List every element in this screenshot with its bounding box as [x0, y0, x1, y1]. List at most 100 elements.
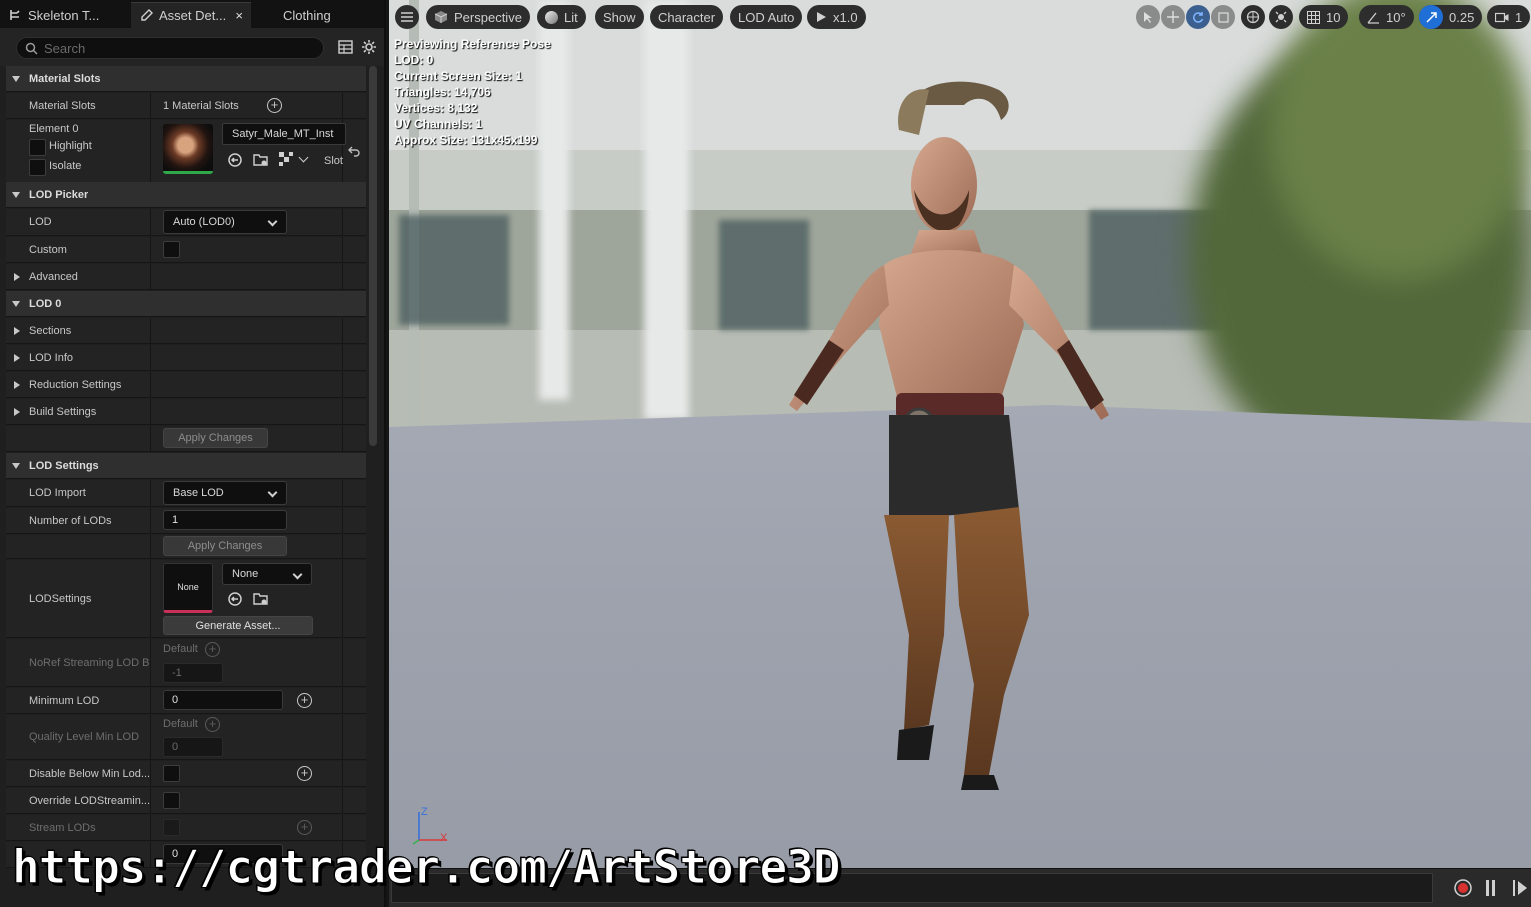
- property-name: Number of LODs: [29, 514, 112, 527]
- sections-row[interactable]: Sections: [6, 318, 366, 344]
- lod-row: LOD Auto (LOD0): [6, 209, 366, 236]
- search-input[interactable]: [44, 40, 304, 56]
- play-speed-button[interactable]: x1.0: [807, 5, 866, 29]
- custom-checkbox[interactable]: [163, 241, 180, 258]
- add-override-icon[interactable]: +: [297, 693, 312, 708]
- step-forward-icon[interactable]: [1512, 879, 1528, 897]
- character-button[interactable]: Character: [650, 5, 724, 29]
- sphere-icon: [545, 10, 558, 24]
- apply-changes-button[interactable]: Apply Changes: [163, 428, 268, 448]
- angle-snap-button[interactable]: 10°: [1359, 5, 1414, 29]
- stream-lods-checkbox[interactable]: [163, 819, 180, 836]
- gear-icon[interactable]: [360, 38, 378, 56]
- camera-icon: [1495, 12, 1509, 22]
- close-icon[interactable]: ×: [235, 8, 243, 23]
- record-icon[interactable]: [1453, 878, 1473, 898]
- stat-line: LOD: 0: [394, 53, 434, 67]
- isolate-label: Isolate: [49, 160, 82, 172]
- grid-size-label: 10: [1326, 9, 1341, 25]
- material-slots-row: Material Slots 1 Material Slots +: [6, 93, 366, 119]
- material-slot-count: 1 Material Slots: [163, 99, 239, 112]
- quality-input[interactable]: 0: [163, 737, 223, 757]
- disable-below-row: Disable Below Min Lod... +: [6, 761, 366, 787]
- character-label: Character: [658, 9, 716, 25]
- tab-asset-details[interactable]: Asset Det... ×: [131, 2, 251, 28]
- use-selected-icon[interactable]: [227, 152, 243, 168]
- reduction-settings-row[interactable]: Reduction Settings: [6, 372, 366, 398]
- details-panel: Skeleton T... Asset Det... × Clothing Ma…: [0, 0, 386, 907]
- minimum-lod-input[interactable]: 0: [163, 690, 283, 710]
- category-title: LOD 0: [29, 297, 62, 310]
- noref-input[interactable]: -1: [163, 663, 223, 683]
- stats-overlay: Previewing Reference Pose LOD: 0 Current…: [394, 36, 551, 148]
- category-title: LOD Settings: [29, 459, 99, 472]
- use-selected-icon[interactable]: [227, 591, 243, 607]
- add-override-icon[interactable]: +: [297, 820, 312, 835]
- category-material-slots[interactable]: Material Slots: [6, 66, 366, 92]
- browse-folder-icon[interactable]: [253, 591, 269, 607]
- reset-arrow-icon[interactable]: [348, 145, 360, 157]
- play-icon: [817, 12, 826, 22]
- category-lod-picker[interactable]: LOD Picker: [6, 182, 366, 208]
- add-material-slot-icon[interactable]: +: [267, 98, 282, 113]
- lod-info-row[interactable]: LOD Info: [6, 345, 366, 371]
- satyr-character-model[interactable]: [769, 75, 1149, 795]
- category-lod-settings[interactable]: LOD Settings: [6, 453, 366, 479]
- add-override-icon[interactable]: +: [205, 717, 220, 732]
- element-0-row: Element 0 Highlight Isolate Satyr_Male_M…: [6, 120, 366, 183]
- stat-line: Previewing Reference Pose: [394, 37, 551, 51]
- tab-clothing[interactable]: Clothing: [258, 2, 368, 28]
- category-lod-0[interactable]: LOD 0: [6, 291, 366, 317]
- table-view-icon[interactable]: [336, 38, 354, 56]
- viewport[interactable]: Perspective Lit Show Character LOD Auto …: [389, 0, 1531, 907]
- speed-label: x1.0: [833, 9, 858, 25]
- material-select[interactable]: Satyr_Male_MT_Inst: [222, 123, 346, 145]
- apply-changes-button[interactable]: Apply Changes: [163, 536, 287, 556]
- move-tool-icon[interactable]: [1161, 5, 1185, 29]
- local-space-icon[interactable]: [1241, 5, 1265, 29]
- rotate-tool-icon[interactable]: [1186, 5, 1210, 29]
- generate-asset-button[interactable]: Generate Asset...: [163, 616, 313, 635]
- highlight-checkbox[interactable]: [29, 139, 46, 156]
- advanced-row[interactable]: Advanced: [6, 264, 366, 290]
- search-box[interactable]: [16, 37, 324, 59]
- perspective-button[interactable]: Perspective: [426, 5, 530, 29]
- property-name: Override LODStreamin...: [29, 794, 151, 807]
- lod-auto-button[interactable]: LOD Auto: [730, 5, 803, 29]
- override-checkbox[interactable]: [163, 792, 180, 809]
- lod-dropdown[interactable]: Auto (LOD0): [163, 210, 287, 234]
- lit-button[interactable]: Lit: [537, 5, 586, 29]
- add-override-icon[interactable]: +: [205, 642, 220, 657]
- lod-settings-dropdown[interactable]: None: [222, 563, 312, 585]
- grid-snap-button[interactable]: 10: [1299, 5, 1349, 29]
- show-label: Show: [603, 9, 636, 25]
- browse-folder-icon[interactable]: [253, 152, 269, 168]
- build-settings-row[interactable]: Build Settings: [6, 399, 366, 425]
- lod-settings-thumbnail[interactable]: None: [163, 563, 213, 613]
- number-of-lods-input[interactable]: 1: [163, 510, 287, 530]
- default-label: Default: [163, 718, 198, 730]
- isolate-checkbox[interactable]: [29, 159, 46, 176]
- stat-line: Triangles: 14,706: [394, 85, 491, 99]
- chevron-down-icon[interactable]: [298, 152, 309, 163]
- lod-import-dropdown[interactable]: Base LOD: [163, 481, 287, 505]
- tab-skeleton-tree[interactable]: Skeleton T...: [0, 2, 128, 28]
- show-button[interactable]: Show: [595, 5, 644, 29]
- camera-speed-button[interactable]: 1: [1487, 5, 1531, 29]
- pause-icon[interactable]: [1485, 879, 1497, 897]
- add-override-icon[interactable]: +: [297, 766, 312, 781]
- search-icon: [25, 42, 38, 55]
- property-name: Reduction Settings: [29, 378, 122, 391]
- scrollbar[interactable]: [369, 66, 377, 446]
- disable-below-checkbox[interactable]: [163, 765, 180, 782]
- chevron-down-icon: [267, 487, 278, 498]
- property-name: Build Settings: [29, 405, 97, 418]
- hamburger-menu-icon[interactable]: [395, 5, 419, 29]
- scale-tool-icon[interactable]: [1211, 5, 1235, 29]
- scale-snap-button[interactable]: 0.25: [1419, 5, 1483, 29]
- surface-snap-icon[interactable]: [1269, 5, 1293, 29]
- select-tool-icon[interactable]: [1136, 5, 1160, 29]
- checker-icon[interactable]: [279, 152, 293, 166]
- material-thumbnail[interactable]: [163, 124, 213, 174]
- lod-auto-label: LOD Auto: [738, 9, 795, 25]
